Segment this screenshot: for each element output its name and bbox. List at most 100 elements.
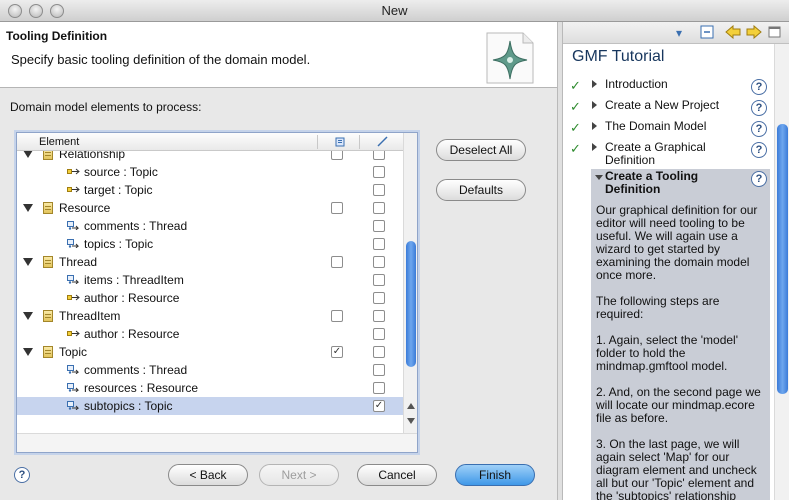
scroll-up-arrow-icon[interactable] [407, 403, 415, 409]
cheat-sheet-scrollbar[interactable] [774, 44, 789, 500]
expanded-twistie-icon[interactable] [595, 175, 603, 180]
link-checkbox[interactable] [373, 256, 385, 268]
table-row[interactable]: Relationship [17, 151, 403, 163]
forward-arrow-icon[interactable] [746, 24, 762, 41]
link-checkbox[interactable] [373, 184, 385, 196]
completed-check-icon: ✓ [570, 99, 581, 114]
row-label: author : Resource [84, 291, 180, 305]
expand-twistie-icon[interactable] [23, 312, 33, 320]
collapsed-twistie-icon[interactable] [592, 80, 597, 88]
table-row[interactable]: items : ThreadItem [17, 271, 403, 289]
maximize-icon[interactable] [767, 25, 783, 41]
link-checkbox[interactable] [373, 328, 385, 340]
node-checkbox[interactable] [331, 256, 343, 268]
row-label: Relationship [59, 151, 126, 161]
node-checkbox[interactable] [331, 151, 343, 160]
table-row[interactable]: Topic ✓ [17, 343, 403, 361]
row-label: author : Resource [84, 327, 180, 341]
eclass-icon [43, 256, 53, 268]
menu-icon[interactable]: ▾ [671, 25, 687, 41]
link-checkbox[interactable] [373, 151, 385, 160]
collapse-all-icon[interactable] [699, 25, 715, 41]
cheat-sheet-step[interactable]: ✓ Create a Graphical Definition? [563, 140, 789, 167]
table-row[interactable]: topics : Topic [17, 235, 403, 253]
eattribute-icon [67, 186, 80, 193]
table-row[interactable]: target : Topic [17, 181, 403, 199]
deselect-all-button[interactable]: Deselect All [436, 139, 526, 161]
table-row[interactable]: comments : Thread [17, 217, 403, 235]
collapsed-twistie-icon[interactable] [592, 143, 597, 151]
eclass-icon [43, 310, 53, 322]
table-row[interactable]: source : Topic [17, 163, 403, 181]
back-arrow-icon[interactable] [725, 24, 741, 41]
step-help-icon[interactable]: ? [751, 142, 767, 158]
row-label: comments : Thread [84, 363, 188, 377]
row-label: Thread [59, 255, 98, 269]
link-column-icon[interactable] [377, 136, 388, 147]
scrollbar-thumb[interactable] [777, 124, 788, 394]
link-checkbox[interactable] [373, 166, 385, 178]
expand-twistie-icon[interactable] [23, 258, 33, 266]
cancel-button[interactable]: Cancel [357, 464, 437, 486]
element-column-header[interactable]: Element [39, 136, 79, 148]
step-label[interactable]: Create a Graphical Definition [605, 141, 745, 167]
link-checkbox[interactable] [373, 382, 385, 394]
step-label[interactable]: The Domain Model [605, 120, 745, 133]
link-checkbox[interactable] [373, 274, 385, 286]
title-bar: New [0, 0, 789, 22]
table-row[interactable]: comments : Thread [17, 361, 403, 379]
step-label[interactable]: Introduction [605, 78, 745, 91]
cheat-sheet-step[interactable]: ✓ The Domain Model? [563, 119, 789, 139]
table-row[interactable]: resources : Resource [17, 379, 403, 397]
defaults-button[interactable]: Defaults [436, 179, 526, 201]
table-row[interactable]: author : Resource [17, 325, 403, 343]
table-row[interactable]: Resource [17, 199, 403, 217]
expand-twistie-icon[interactable] [23, 348, 33, 356]
row-label: subtopics : Topic [84, 399, 173, 413]
row-label: comments : Thread [84, 219, 188, 233]
step-help-icon[interactable]: ? [751, 79, 767, 95]
link-checkbox[interactable] [373, 292, 385, 304]
table-row[interactable]: subtopics : Topic ✓ [17, 397, 403, 415]
wizard-page-description: Specify basic tooling definition of the … [11, 52, 311, 67]
table-row[interactable]: author : Resource [17, 289, 403, 307]
cheat-sheet-step[interactable]: ✓ Introduction? [563, 77, 789, 97]
link-checkbox[interactable] [373, 220, 385, 232]
collapsed-twistie-icon[interactable] [592, 101, 597, 109]
eattribute-icon [67, 330, 80, 337]
active-step-help-icon[interactable]: ? [751, 171, 767, 187]
row-label: Topic [59, 345, 88, 359]
table-horizontal-scrollbar[interactable] [17, 433, 417, 452]
collapsed-twistie-icon[interactable] [592, 122, 597, 130]
cheat-sheet-step[interactable]: ✓ Create a New Project? [563, 98, 789, 118]
table-row[interactable]: Thread [17, 253, 403, 271]
link-checkbox[interactable] [373, 364, 385, 376]
table-row[interactable]: ThreadItem [17, 307, 403, 325]
link-checkbox[interactable] [373, 238, 385, 250]
link-checkbox[interactable] [373, 346, 385, 358]
eclass-icon [43, 151, 53, 160]
row-label: ThreadItem [59, 309, 121, 323]
scrollbar-thumb[interactable] [406, 241, 416, 367]
help-icon[interactable]: ? [14, 467, 30, 483]
completed-check-icon: ✓ [570, 120, 581, 135]
step-help-icon[interactable]: ? [751, 100, 767, 116]
expand-twistie-icon[interactable] [23, 204, 33, 212]
back-button[interactable]: < Back [168, 464, 248, 486]
node-checkbox[interactable] [331, 202, 343, 214]
expand-twistie-icon[interactable] [23, 151, 33, 158]
step-help-icon[interactable]: ? [751, 121, 767, 137]
node-column-icon[interactable] [335, 137, 345, 147]
next-button[interactable]: Next > [259, 464, 339, 486]
row-label: source : Topic [84, 165, 158, 179]
link-checkbox[interactable] [373, 310, 385, 322]
step-label[interactable]: Create a New Project [605, 99, 745, 112]
link-checkbox[interactable]: ✓ [373, 400, 385, 412]
node-checkbox[interactable] [331, 310, 343, 322]
completed-check-icon: ✓ [570, 78, 581, 93]
table-vertical-scrollbar[interactable] [403, 133, 417, 433]
scroll-down-arrow-icon[interactable] [407, 418, 415, 424]
link-checkbox[interactable] [373, 202, 385, 214]
finish-button[interactable]: Finish [455, 464, 535, 486]
node-checkbox[interactable]: ✓ [331, 346, 343, 358]
